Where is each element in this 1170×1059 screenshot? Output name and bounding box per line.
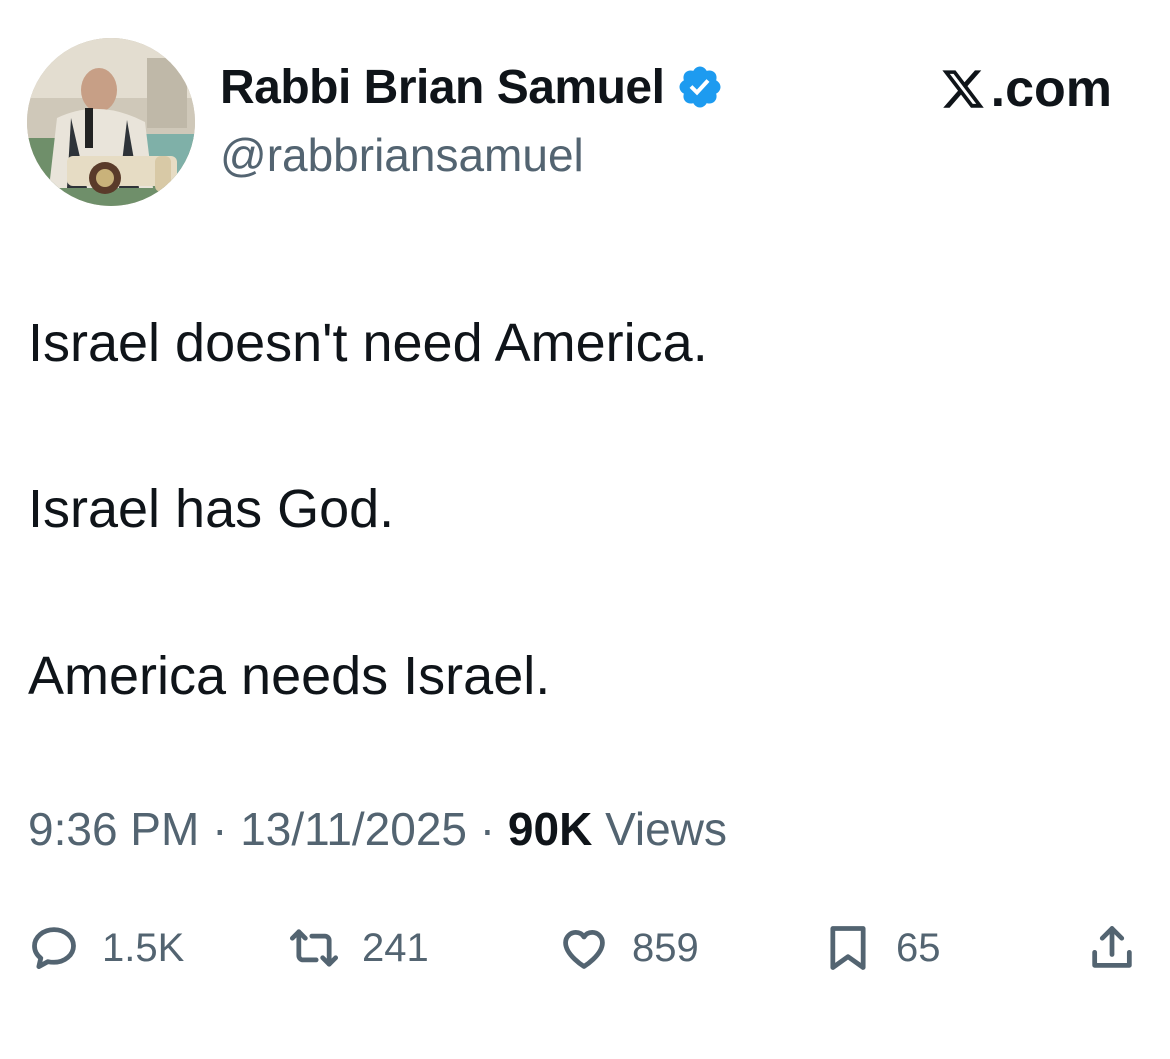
views-count: 90K [507,803,593,855]
tweet-meta: 9:36 PM · 13/11/2025 · 90K Views [28,802,727,856]
share-icon [1092,926,1132,968]
brand-label: .com [990,60,1112,118]
tweet-text-line-1: Israel doesn't need America. [28,313,708,373]
like-button[interactable]: 859 [558,918,699,978]
avatar-photo [27,38,195,206]
repost-count: 241 [362,925,429,970]
author-name[interactable]: Rabbi Brian Samuel [220,60,665,115]
avatar[interactable] [27,38,195,206]
tweet-time[interactable]: 9:36 PM [28,803,199,855]
share-button[interactable] [1086,918,1138,978]
brand-watermark: .com [939,58,1112,120]
heart-icon [563,930,605,969]
repost-button[interactable]: 241 [288,918,429,978]
reply-button[interactable]: 1.5K [28,918,184,978]
author-name-row[interactable]: Rabbi Brian Samuel [220,55,724,119]
meta-separator: · [212,803,241,855]
tweet-date[interactable]: 13/11/2025 [240,803,467,855]
bookmark-icon [830,926,866,970]
repost-icon [289,929,339,967]
like-count: 859 [632,925,699,970]
bookmark-count: 65 [896,925,941,970]
author-handle[interactable]: @rabbriansamuel [220,128,584,182]
meta-separator: · [479,803,508,855]
verified-badge-icon[interactable] [676,63,724,111]
reply-count: 1.5K [102,925,185,970]
reply-icon [32,927,76,970]
tweet-text-line-2: Israel has God. [28,479,395,539]
bookmark-button[interactable]: 65 [822,918,941,978]
views-label: Views [605,803,727,855]
tweet-text-line-3: America needs Israel. [28,646,551,706]
x-logo-icon [942,70,984,108]
